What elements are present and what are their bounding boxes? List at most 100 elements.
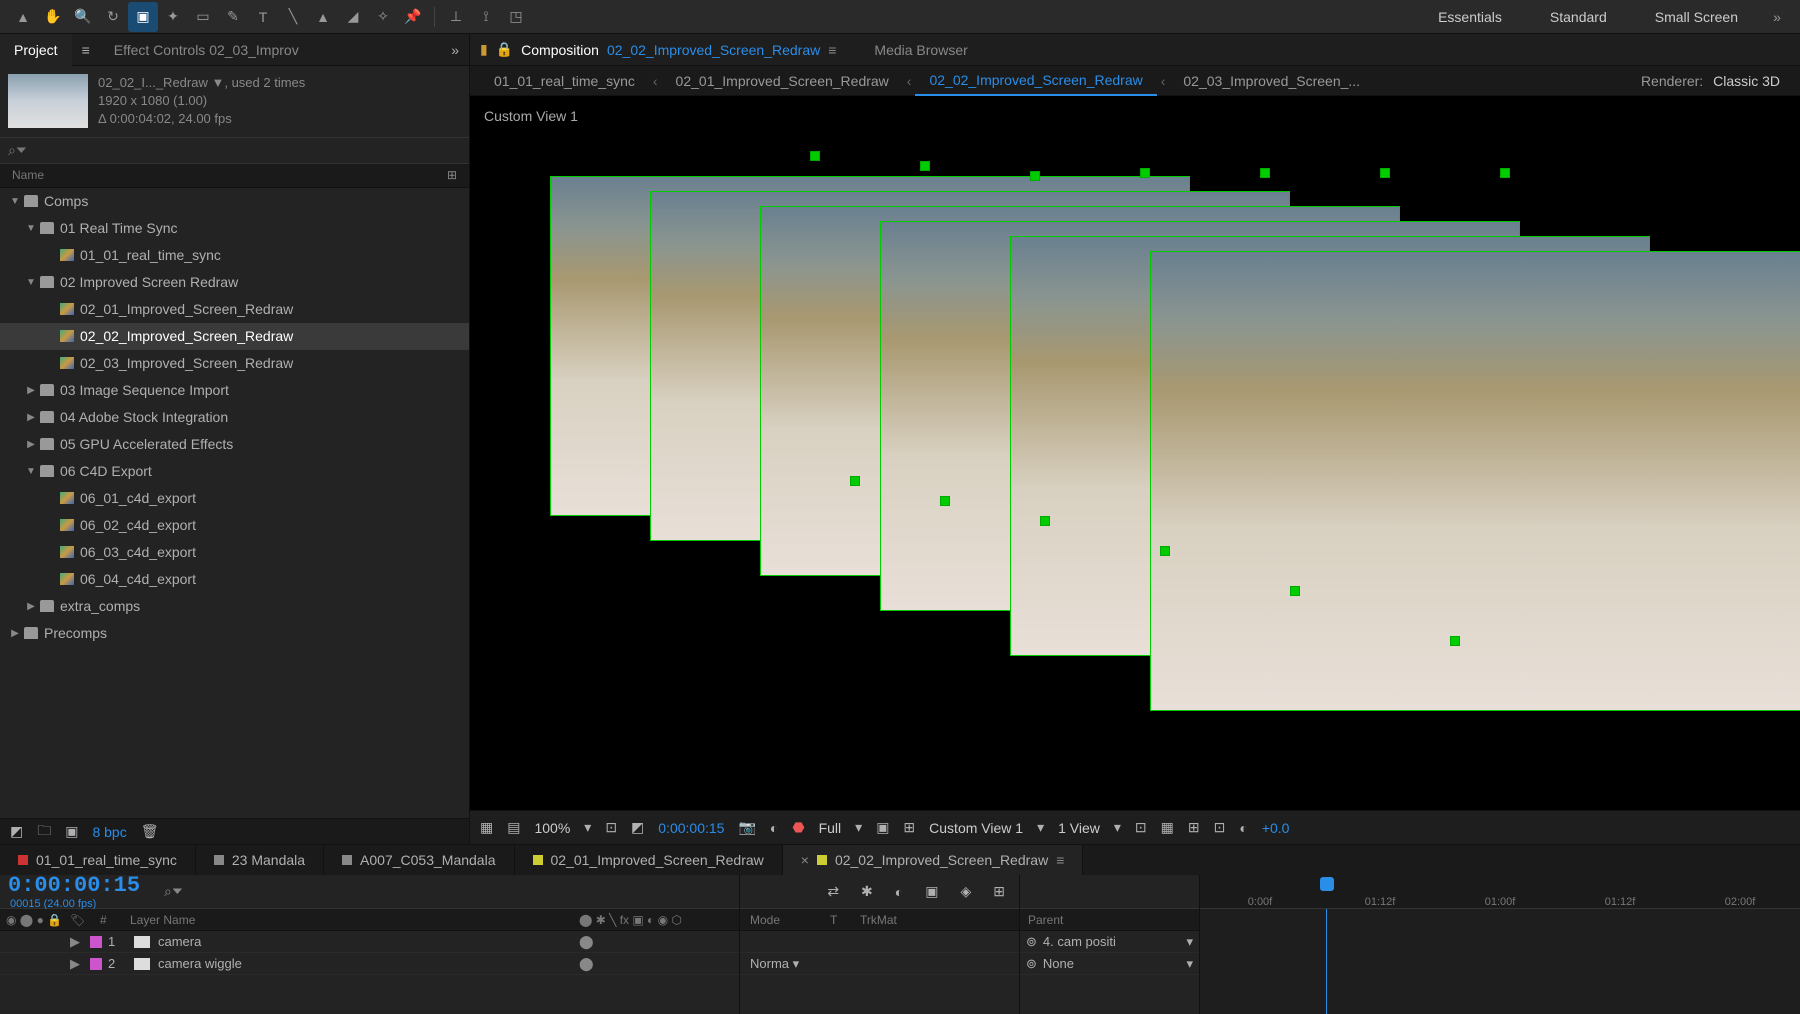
roi-icon[interactable]: ▣ — [876, 819, 889, 836]
hw-icon[interactable]: ⊡ — [1135, 819, 1147, 836]
comp-tab[interactable]: 01_01_real_time_sync — [480, 66, 649, 96]
panel-menu-icon[interactable]: ≡ — [72, 42, 100, 58]
view-dropdown-icon[interactable]: ▾ — [1114, 819, 1121, 836]
timeline-tab[interactable]: 02_01_Improved_Screen_Redraw — [515, 845, 783, 875]
camera-dropdown-icon[interactable]: ▾ — [1037, 819, 1044, 836]
chevron-right-icon[interactable]: ▶ — [24, 439, 38, 450]
timeline-tab[interactable]: 23 Mandala — [196, 845, 324, 875]
close-icon[interactable]: × — [801, 852, 809, 868]
camera-tool-icon[interactable]: ▣ — [128, 2, 158, 32]
workspace-overflow-icon[interactable]: » — [1762, 2, 1792, 32]
comp-tab[interactable]: 02_01_Improved_Screen_Redraw — [662, 66, 903, 96]
comp-item[interactable]: 02_03_Improved_Screen_Redraw — [0, 350, 469, 377]
workspace-standard[interactable]: Standard — [1526, 0, 1631, 34]
rect-tool-icon[interactable]: ▭ — [188, 2, 218, 32]
new-comp-icon[interactable]: ▣ — [65, 823, 78, 840]
layer-row[interactable]: ▶2camera wiggle⬤ — [0, 953, 739, 975]
expose-icon[interactable]: ◐ — [1239, 820, 1247, 836]
comp-item[interactable]: 02_02_Improved_Screen_Redraw — [0, 323, 469, 350]
zoom-value[interactable]: 100% — [534, 820, 570, 836]
pickwhip-icon[interactable]: ⊚ — [1026, 934, 1037, 950]
chevron-left-icon[interactable]: ‹ — [649, 73, 662, 89]
lock-icon[interactable]: 🔒 — [496, 41, 513, 58]
timeline-tracks[interactable] — [1200, 909, 1800, 1014]
rotate-tool-icon[interactable]: ↻ — [98, 2, 128, 32]
channel-icon[interactable]: ◐ — [770, 820, 778, 836]
motion-blur-icon[interactable]: ◐ — [895, 884, 903, 900]
playhead-icon[interactable] — [1320, 877, 1334, 891]
world-axis-icon[interactable]: ⟟ — [471, 2, 501, 32]
folder-03-image-sequence-import[interactable]: ▶03 Image Sequence Import — [0, 377, 469, 404]
comp-flag-icon[interactable]: ▮ — [480, 41, 488, 58]
chevron-right-icon[interactable]: ▶ — [8, 628, 22, 639]
col-num[interactable]: # — [100, 913, 130, 927]
layer-mode[interactable]: Norma ▾ — [740, 953, 1019, 975]
color-mgmt-icon[interactable]: ⬣ — [792, 819, 804, 836]
comp-item[interactable]: 01_01_real_time_sync — [0, 242, 469, 269]
folder-06-c4d-export[interactable]: ▼06 C4D Export — [0, 458, 469, 485]
folder-01-real-time-sync[interactable]: ▼01 Real Time Sync — [0, 215, 469, 242]
col-parent[interactable]: Parent — [1020, 913, 1063, 927]
bpc-toggle[interactable]: 8 bpc — [92, 824, 126, 840]
layer-parent[interactable]: ⊚4. cam positi▾ — [1020, 931, 1199, 953]
pan-behind-tool-icon[interactable]: ✦ — [158, 2, 188, 32]
col-t[interactable]: T — [830, 913, 860, 927]
comp-menu-icon[interactable]: ≡ — [828, 42, 836, 58]
chevron-left-icon[interactable]: ‹ — [903, 73, 916, 89]
twirl-icon[interactable]: ▶ — [70, 956, 80, 971]
col-header-name[interactable]: Name — [12, 168, 44, 182]
selection-tool-icon[interactable]: ▲ — [8, 2, 38, 32]
view-count-value[interactable]: 1 View — [1058, 820, 1100, 836]
exposure-value[interactable]: +0.0 — [1262, 820, 1290, 836]
col-mode[interactable]: Mode — [740, 913, 830, 927]
resolution-dropdown-icon[interactable]: ▾ — [855, 819, 862, 836]
snapshot-icon[interactable]: 📷 — [738, 819, 755, 836]
comp-item[interactable]: 06_03_c4d_export — [0, 539, 469, 566]
timeline-icon[interactable]: ⊞ — [1188, 819, 1200, 836]
switches-icon[interactable]: ⊞ — [993, 883, 1005, 900]
twirl-icon[interactable]: ▶ — [70, 934, 80, 949]
workspace-essentials[interactable]: Essentials — [1414, 0, 1526, 34]
fast-preview-icon[interactable]: ▦ — [1161, 819, 1174, 836]
text-tool-icon[interactable]: T — [248, 2, 278, 32]
chevron-right-icon[interactable]: ▶ — [24, 385, 38, 396]
local-axis-icon[interactable]: ⊥ — [441, 2, 471, 32]
pickwhip-icon[interactable]: ⊚ — [1026, 956, 1037, 972]
comp-title-name[interactable]: 02_02_Improved_Screen_Redraw — [607, 42, 820, 58]
tab-effect-controls[interactable]: Effect Controls 02_03_Improv — [100, 34, 313, 66]
search-icon[interactable]: ⌕⏷ — [8, 142, 27, 158]
folder-precomps[interactable]: ▶Precomps — [0, 620, 469, 647]
chevron-left-icon[interactable]: ‹ — [1157, 73, 1170, 89]
new-bin-icon[interactable]: 🗀 — [37, 820, 51, 844]
graph-icon[interactable]: ▣ — [925, 883, 938, 900]
eraser-tool-icon[interactable]: ◢ — [338, 2, 368, 32]
timecode-value[interactable]: 0:00:00:15 — [658, 820, 724, 836]
resolution-value[interactable]: Full — [819, 820, 842, 836]
chevron-down-icon[interactable]: ▼ — [24, 223, 38, 234]
transparency-icon[interactable]: ◩ — [631, 819, 644, 836]
folder-05-gpu-accelerated-effects[interactable]: ▶05 GPU Accelerated Effects — [0, 431, 469, 458]
timeline-ruler[interactable]: 0:00f01:12f01:00f01:12f02:00f — [1200, 875, 1800, 909]
layer-parent[interactable]: ⊚None▾ — [1020, 953, 1199, 975]
flowchart-icon[interactable]: ⊡ — [1214, 819, 1226, 836]
folder-comps[interactable]: ▼Comps — [0, 188, 469, 215]
grid-toggle-icon[interactable]: ⊞ — [903, 819, 915, 836]
project-tree-options-icon[interactable]: ⊞ — [447, 168, 457, 182]
chevron-down-icon[interactable]: ▼ — [24, 466, 38, 477]
layer-color-swatch[interactable] — [90, 936, 102, 948]
puppet-tool-icon[interactable]: 📌 — [398, 2, 428, 32]
zoom-dropdown-icon[interactable]: ▾ — [584, 819, 591, 836]
zoom-tool-icon[interactable]: 🔍 — [68, 2, 98, 32]
timeline-tab[interactable]: 01_01_real_time_sync — [0, 845, 196, 875]
comp-tab[interactable]: 02_03_Improved_Screen_... — [1169, 66, 1374, 96]
comp-tab[interactable]: 02_02_Improved_Screen_Redraw — [915, 66, 1156, 96]
timeline-tab[interactable]: A007_C053_Mandala — [324, 845, 514, 875]
roto-tool-icon[interactable]: ✧ — [368, 2, 398, 32]
composition-viewport[interactable]: Custom View 1 — [470, 96, 1800, 810]
folder-04-adobe-stock-integration[interactable]: ▶04 Adobe Stock Integration — [0, 404, 469, 431]
chevron-right-icon[interactable]: ▶ — [24, 412, 38, 423]
folder-extra_comps[interactable]: ▶extra_comps — [0, 593, 469, 620]
draft3d-icon[interactable]: ◈ — [960, 883, 971, 900]
chevron-down-icon[interactable]: ▼ — [24, 277, 38, 288]
folder-02-improved-screen-redraw[interactable]: ▼02 Improved Screen Redraw — [0, 269, 469, 296]
